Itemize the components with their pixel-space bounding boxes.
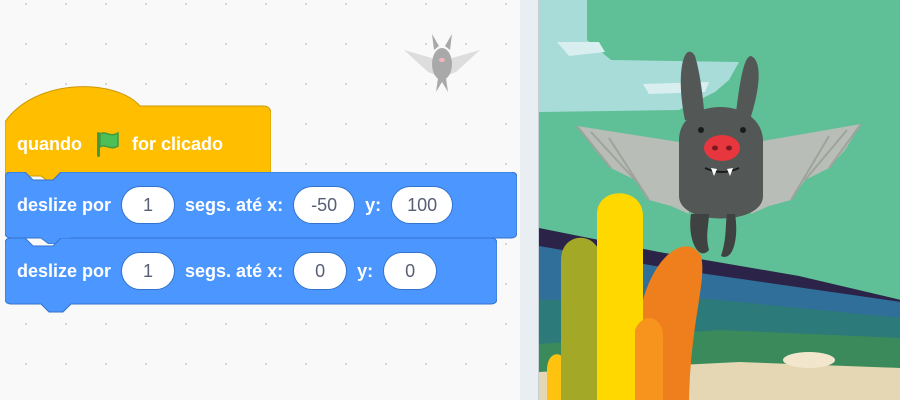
glide-2-x-input[interactable]: 0: [293, 252, 348, 290]
glide-1-y-input[interactable]: 100: [391, 186, 454, 224]
glide-2-to-x-label: segs. até x:: [185, 260, 284, 281]
glide-block-1[interactable]: deslize por 1 segs. até x: -50 y: 100: [5, 172, 517, 244]
glide-1-label: deslize por: [17, 194, 112, 215]
glide-1-y-label: y:: [365, 194, 382, 215]
glide-1-secs-input[interactable]: 1: [121, 186, 176, 224]
glide-1-to-x-label: segs. até x:: [185, 194, 284, 215]
when-flag-clicked-block[interactable]: quando for clicado: [5, 84, 271, 184]
hat-label-clicked: for clicado: [132, 133, 224, 154]
code-area[interactable]: quando for clicado deslize por 1 segs. a…: [0, 0, 521, 400]
code-area-scroll-rail[interactable]: [520, 0, 538, 400]
glide-2-y-label: y:: [357, 260, 374, 281]
bat-sprite-thumbnail-icon: [404, 34, 480, 92]
glide-2-secs-input[interactable]: 1: [121, 252, 176, 290]
green-flag-icon: [97, 131, 119, 157]
scratch-editor: quando for clicado deslize por 1 segs. a…: [0, 0, 900, 400]
desert-backdrop: [539, 0, 900, 400]
glide-block-2[interactable]: deslize por 1 segs. até x: 0 y: 0: [5, 238, 497, 320]
glide-1-x-input[interactable]: -50: [293, 186, 356, 224]
glide-2-label: deslize por: [17, 260, 112, 281]
hat-label-when: quando: [17, 133, 82, 154]
glide-2-y-input[interactable]: 0: [383, 252, 438, 290]
stage[interactable]: [538, 0, 900, 400]
